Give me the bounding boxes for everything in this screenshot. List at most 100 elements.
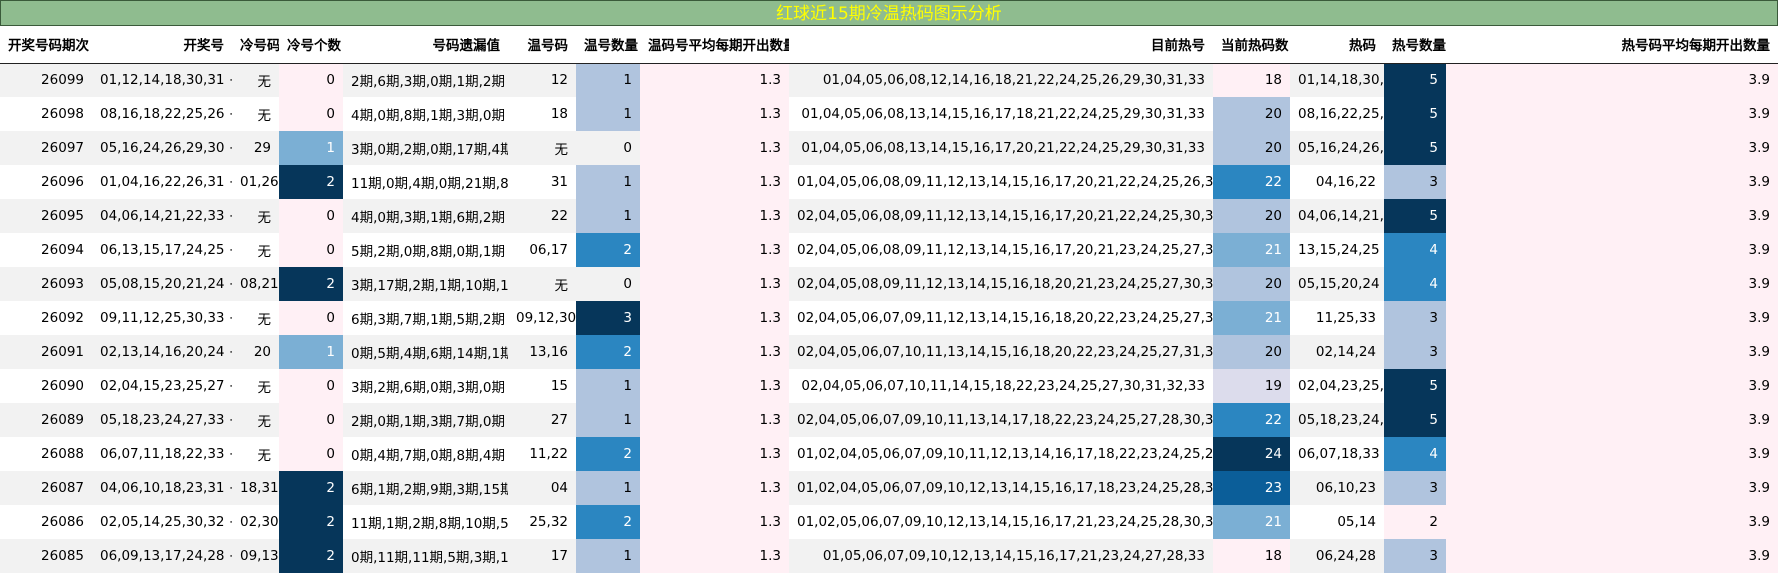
cell-warm-average[interactable]: 1.3 [640,505,789,539]
cell-hot-numbers[interactable]: 05,16,24,26,30 [1290,131,1384,165]
cell-hot-average[interactable]: 3.9 [1446,301,1778,335]
cell-warm-count[interactable]: 1 [576,539,640,573]
cell-hot-total[interactable]: 23 [1213,471,1290,505]
col-header-draw[interactable]: 开奖号 [92,26,232,64]
cell-hot-numbers[interactable]: 11,25,33 [1290,301,1384,335]
cell-cold-count[interactable]: 2 [279,539,343,573]
table-row[interactable]: 2608506,09,13,17,24,28 + 1509,1320期,11期,… [0,539,1778,573]
cell-current-hot[interactable]: 01,02,04,05,06,07,09,10,11,12,13,14,16,1… [789,437,1213,471]
table-row[interactable]: 2609808,16,18,22,25,26 + 07无04期,0期,8期,1期… [0,97,1778,131]
cell-omission[interactable]: 3期,0期,2期,0期,17期,4期 [343,131,508,165]
cell-warm-count[interactable]: 1 [576,471,640,505]
table-row[interactable]: 2609102,13,14,16,20,24 + 052010期,5期,4期,6… [0,335,1778,369]
cell-cold-count[interactable]: 2 [279,165,343,199]
col-header-hot-average[interactable]: 热号码平均每期开出数量 [1446,26,1778,64]
cell-draw[interactable]: 08,16,18,22,25,26 + 07 [92,97,232,131]
cell-issue[interactable]: 26086 [0,505,92,539]
cell-current-hot[interactable]: 02,04,05,06,07,09,11,12,13,14,15,16,18,2… [789,301,1213,335]
cell-issue[interactable]: 26097 [0,131,92,165]
cell-warm-average[interactable]: 1.3 [640,471,789,505]
cell-warm-count[interactable]: 3 [576,301,640,335]
col-header-cold-numbers[interactable]: 冷号码 [232,26,279,64]
cell-hot-count[interactable]: 4 [1384,233,1446,267]
cell-hot-total[interactable]: 20 [1213,199,1290,233]
cell-hot-average[interactable]: 3.9 [1446,131,1778,165]
col-header-hot-count[interactable]: 热号数量 [1384,26,1446,64]
cell-issue[interactable]: 26087 [0,471,92,505]
cell-hot-average[interactable]: 3.9 [1446,403,1778,437]
cell-cold-count[interactable]: 2 [279,471,343,505]
cell-cold-count[interactable]: 0 [279,369,343,403]
cell-current-hot[interactable]: 01,05,06,07,09,10,12,13,14,15,16,17,21,2… [789,539,1213,573]
cell-draw[interactable]: 05,16,24,26,29,30 + 02 [92,131,232,165]
cell-issue[interactable]: 26093 [0,267,92,301]
table-row[interactable]: 2608806,07,11,18,22,33 + 05无00期,4期,7期,0期… [0,437,1778,471]
cell-warm-average[interactable]: 1.3 [640,63,789,97]
col-header-omission[interactable]: 号码遗漏值 [343,26,508,64]
cell-cold-count[interactable]: 2 [279,267,343,301]
cell-hot-average[interactable]: 3.9 [1446,335,1778,369]
cell-hot-count[interactable]: 3 [1384,165,1446,199]
cell-hot-numbers[interactable]: 01,14,18,30,31 [1290,63,1384,97]
cell-warm-numbers[interactable]: 31 [508,165,576,199]
cell-cold-count[interactable]: 0 [279,199,343,233]
cell-hot-average[interactable]: 3.9 [1446,233,1778,267]
cell-cold-numbers[interactable]: 无 [232,403,279,437]
cell-omission[interactable]: 0期,11期,11期,5期,3期,1期 [343,539,508,573]
cell-hot-count[interactable]: 3 [1384,539,1446,573]
cell-warm-numbers[interactable]: 18 [508,97,576,131]
cell-warm-count[interactable]: 1 [576,403,640,437]
table-row[interactable]: 2609002,04,15,23,25,27 + 03无03期,2期,6期,0期… [0,369,1778,403]
cell-hot-numbers[interactable]: 06,10,23 [1290,471,1384,505]
cell-omission[interactable]: 4期,0期,3期,1期,6期,2期 [343,199,508,233]
cell-hot-numbers[interactable]: 06,24,28 [1290,539,1384,573]
cell-hot-average[interactable]: 3.9 [1446,437,1778,471]
cell-warm-average[interactable]: 1.3 [640,301,789,335]
cell-hot-count[interactable]: 5 [1384,131,1446,165]
cell-hot-count[interactable]: 3 [1384,301,1446,335]
cell-cold-numbers[interactable]: 无 [232,233,279,267]
cell-warm-average[interactable]: 1.3 [640,403,789,437]
col-header-hot-numbers[interactable]: 热码 [1290,26,1384,64]
cell-hot-numbers[interactable]: 02,04,23,25,27 [1290,369,1384,403]
cell-hot-numbers[interactable]: 04,06,14,21,33 [1290,199,1384,233]
cell-warm-count[interactable]: 1 [576,165,640,199]
cell-warm-numbers[interactable]: 04 [508,471,576,505]
cell-hot-numbers[interactable]: 13,15,24,25 [1290,233,1384,267]
cell-cold-numbers[interactable]: 无 [232,199,279,233]
col-header-current-hot[interactable]: 目前热号 [789,26,1213,64]
cell-cold-count[interactable]: 0 [279,97,343,131]
cell-warm-average[interactable]: 1.3 [640,97,789,131]
cell-current-hot[interactable]: 02,04,05,06,08,09,11,12,13,14,15,16,17,2… [789,199,1213,233]
cell-draw[interactable]: 06,09,13,17,24,28 + 15 [92,539,232,573]
cell-hot-total[interactable]: 20 [1213,97,1290,131]
cell-warm-numbers[interactable]: 17 [508,539,576,573]
cell-hot-total[interactable]: 18 [1213,63,1290,97]
cell-omission[interactable]: 3期,2期,6期,0期,3期,0期 [343,369,508,403]
cell-hot-count[interactable]: 5 [1384,97,1446,131]
cell-warm-numbers[interactable]: 27 [508,403,576,437]
cell-cold-count[interactable]: 0 [279,403,343,437]
cell-draw[interactable]: 09,11,12,25,30,33 + 11 [92,301,232,335]
cell-hot-total[interactable]: 20 [1213,267,1290,301]
cell-cold-count[interactable]: 0 [279,437,343,471]
cell-issue[interactable]: 26090 [0,369,92,403]
cell-omission[interactable]: 2期,6期,3期,0期,1期,2期 [343,63,508,97]
cell-warm-average[interactable]: 1.3 [640,199,789,233]
cell-hot-count[interactable]: 5 [1384,63,1446,97]
cell-omission[interactable]: 6期,1期,2期,9期,3期,15期 [343,471,508,505]
cell-draw[interactable]: 02,13,14,16,20,24 + 05 [92,335,232,369]
cell-hot-average[interactable]: 3.9 [1446,471,1778,505]
cell-warm-count[interactable]: 0 [576,267,640,301]
cell-hot-count[interactable]: 4 [1384,267,1446,301]
table-row[interactable]: 2609601,04,16,22,26,31 + 0401,26211期,0期,… [0,165,1778,199]
cell-omission[interactable]: 0期,5期,4期,6期,14期,1期 [343,335,508,369]
cell-cold-numbers[interactable]: 01,26 [232,165,279,199]
cell-cold-numbers[interactable]: 无 [232,437,279,471]
cell-warm-numbers[interactable]: 12 [508,63,576,97]
cell-cold-numbers[interactable]: 29 [232,131,279,165]
col-header-cold-count[interactable]: 冷号个数 [279,26,343,64]
cell-draw[interactable]: 01,04,16,22,26,31 + 04 [92,165,232,199]
cell-warm-numbers[interactable]: 09,12,30 [508,301,576,335]
cell-issue[interactable]: 26095 [0,199,92,233]
